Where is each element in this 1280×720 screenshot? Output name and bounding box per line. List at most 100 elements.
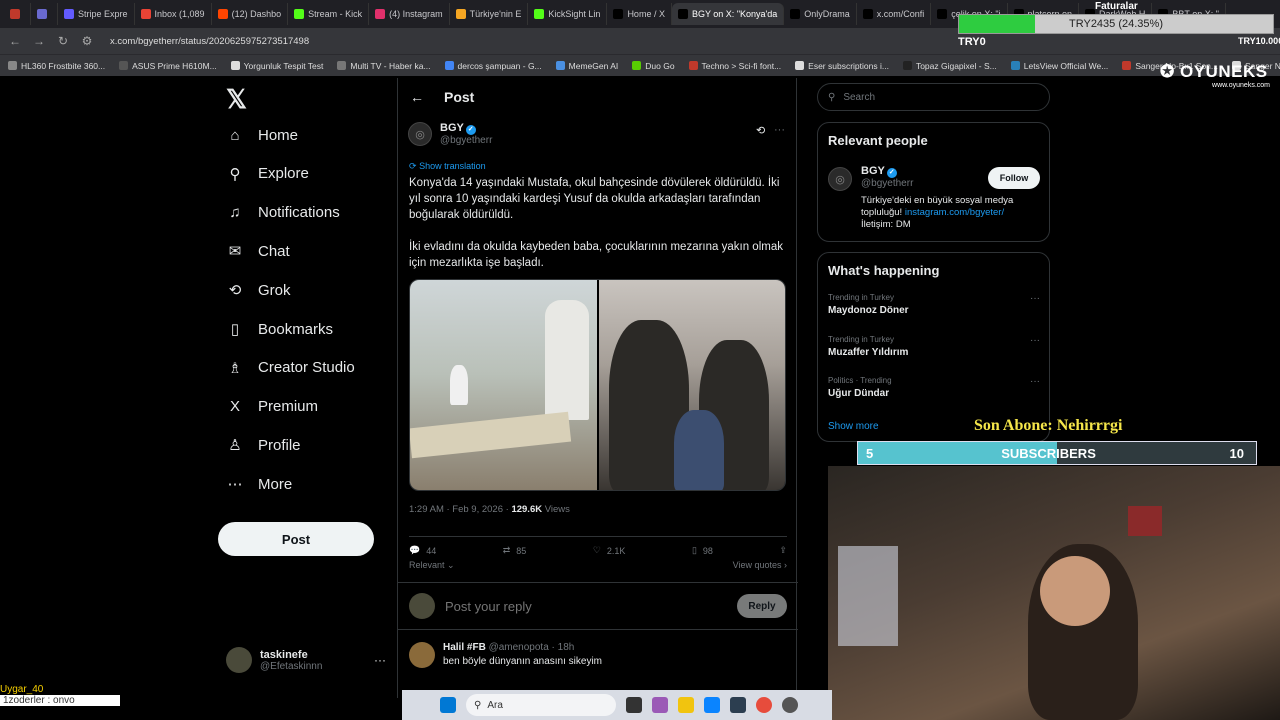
reply-author-name[interactable]: Halil #FB bbox=[443, 642, 486, 653]
terminal-icon[interactable] bbox=[730, 697, 746, 713]
bookmark-item[interactable]: MemeGen AI bbox=[555, 61, 618, 71]
grok-icon: ⟲ bbox=[228, 282, 242, 300]
nav-item-grok[interactable]: ⟲ Grok bbox=[226, 281, 291, 300]
edge-icon[interactable] bbox=[704, 697, 720, 713]
more-dots-icon[interactable]: ··· bbox=[774, 124, 785, 136]
trend-title: Muzaffer Yıldırım bbox=[828, 346, 909, 358]
reply-action[interactable]: 💬 44 bbox=[409, 545, 436, 556]
follow-button[interactable]: Follow bbox=[988, 167, 1040, 189]
browser-tab[interactable] bbox=[4, 3, 31, 25]
bookmark-item[interactable]: HL360 Frostbite 360... bbox=[8, 61, 105, 71]
wooden-sign-shape bbox=[410, 411, 572, 459]
grok-icon[interactable]: ⟲ bbox=[756, 124, 765, 137]
browser-tab[interactable]: x.com/Confi bbox=[857, 3, 932, 25]
bookmark-item[interactable]: LetsView Official We... bbox=[1010, 61, 1108, 71]
more-dots-icon[interactable]: ··· bbox=[1030, 335, 1040, 346]
more-dots-icon[interactable]: ··· bbox=[1030, 376, 1040, 387]
back-arrow-icon[interactable]: ← bbox=[410, 89, 424, 105]
back-arrow-icon[interactable]: ← bbox=[8, 34, 22, 48]
url-field[interactable]: x.com/bgyetherr/status/20206259752735174… bbox=[110, 36, 309, 47]
browser-tab[interactable]: Stripe Expre bbox=[58, 3, 135, 25]
family-photo[interactable] bbox=[598, 280, 785, 490]
file-explorer-icon[interactable] bbox=[678, 697, 694, 713]
windows-start-icon[interactable] bbox=[440, 697, 456, 713]
author-avatar[interactable]: ◎ bbox=[408, 122, 432, 146]
author-handle[interactable]: @bgyetherr bbox=[440, 135, 492, 146]
graveyard-photo[interactable] bbox=[410, 280, 597, 490]
bookmark-label: Duo Go bbox=[645, 60, 675, 71]
reply-button[interactable]: Reply bbox=[737, 594, 787, 618]
nav-item-bookmarks[interactable]: ▯ Bookmarks bbox=[226, 320, 333, 339]
account-name: taskinefe bbox=[260, 648, 308, 661]
reload-icon[interactable]: ↻ bbox=[56, 34, 70, 48]
tab-favicon-icon bbox=[534, 9, 545, 19]
bookmark-item[interactable]: Yorgunluk Tespit Test bbox=[230, 61, 323, 71]
tab-label: Inbox (1,089 bbox=[154, 9, 205, 19]
nav-item-more[interactable]: ⋯ More bbox=[226, 475, 293, 494]
view-quotes-link[interactable]: View quotes › bbox=[733, 560, 787, 571]
post-time[interactable]: 1:29 AM · Feb 9, 2026 · bbox=[409, 504, 511, 515]
trend-item[interactable]: Politics · Trending Uğur Dündar ··· bbox=[828, 376, 1040, 399]
browser-tab[interactable]: KickSight Lin bbox=[528, 3, 608, 25]
face-shape bbox=[1040, 556, 1110, 626]
tab-favicon-icon bbox=[375, 9, 386, 19]
reply-item[interactable]: Halil #FB @amenopota · 18h ben böyle dün… bbox=[409, 642, 602, 668]
bookmark-count: 98 bbox=[702, 545, 713, 556]
x-logo-icon[interactable]: 𝕏 bbox=[226, 84, 247, 115]
copilot-icon[interactable] bbox=[652, 697, 668, 713]
more-dots-icon[interactable]: ··· bbox=[1030, 293, 1040, 304]
browser-tab[interactable] bbox=[31, 3, 58, 25]
browser-tab[interactable]: Inbox (1,089 bbox=[135, 3, 212, 25]
browser-tab[interactable]: Home / X bbox=[607, 3, 672, 25]
show-more-link[interactable]: Show more bbox=[828, 421, 879, 432]
nav-item-notifications[interactable]: ♫ Notifications bbox=[226, 204, 339, 222]
bookmark-item[interactable]: Duo Go bbox=[632, 60, 675, 71]
forward-arrow-icon[interactable]: → bbox=[32, 34, 46, 48]
repost-action[interactable]: ⇄ 85 bbox=[503, 545, 527, 556]
site-info-icon[interactable]: ⚙ bbox=[80, 34, 94, 48]
like-action[interactable]: ♡ 2.1K bbox=[593, 545, 626, 556]
browser-tab[interactable]: Stream - Kick bbox=[288, 3, 370, 25]
author-name[interactable]: BGY bbox=[440, 122, 464, 134]
taskbar-search[interactable]: ⚲ Ara bbox=[466, 694, 616, 716]
browser-tab[interactable]: Türkiye'nin E bbox=[450, 3, 529, 25]
person-handle[interactable]: @bgyetherr bbox=[861, 178, 913, 189]
search-box[interactable]: ⚲ Search bbox=[817, 83, 1050, 111]
share-icon[interactable]: ⇪ bbox=[779, 545, 787, 556]
opera-icon[interactable] bbox=[756, 697, 772, 713]
browser-tab[interactable]: BGY on X: "Konya'da bbox=[671, 3, 785, 25]
bookmark-item[interactable]: Techno > Sci-fi font... bbox=[688, 61, 781, 71]
nav-item-explore[interactable]: ⚲ Explore bbox=[226, 165, 309, 183]
bookmark-item[interactable]: Eser subscriptions i... bbox=[795, 61, 889, 71]
person-name[interactable]: BGY bbox=[861, 165, 885, 177]
trend-item[interactable]: Trending in Turkey Maydonoz Döner ··· bbox=[828, 293, 1040, 316]
bookmark-item[interactable]: Multi TV - Haber ka... bbox=[337, 61, 431, 71]
sort-dropdown[interactable]: Relevant ⌄ bbox=[409, 560, 455, 571]
reply-input[interactable] bbox=[445, 598, 727, 614]
bookmark-item[interactable]: Topaz Gigapixel - S... bbox=[902, 61, 997, 71]
more-dots-icon[interactable]: ··· bbox=[374, 653, 386, 667]
task-view-icon[interactable] bbox=[626, 697, 642, 713]
nav-item-creator-studio[interactable]: ♗ Creator Studio bbox=[226, 359, 354, 377]
browser-tab[interactable]: (12) Dashbo bbox=[212, 3, 289, 25]
nav-item-home[interactable]: ⌂ Home bbox=[226, 126, 298, 144]
bio-link[interactable]: instagram.com/bgyeter/ bbox=[905, 207, 1004, 218]
bookmark-item[interactable]: ASUS Prime H610M... bbox=[119, 61, 217, 71]
account-switcher[interactable]: taskinefe @Efetaskinnn ··· bbox=[226, 640, 386, 680]
post-button[interactable]: Post bbox=[218, 522, 374, 556]
bookmark-favicon-icon bbox=[555, 61, 565, 70]
browser-tab[interactable]: OnlyDrama bbox=[784, 3, 857, 25]
avatar bbox=[409, 593, 435, 619]
person-avatar[interactable]: ◎ bbox=[828, 167, 852, 191]
show-translation-link[interactable]: ⟳ Show translation bbox=[409, 161, 486, 172]
trend-item[interactable]: Trending in Turkey Muzaffer Yıldırım ··· bbox=[828, 335, 1040, 358]
nav-item-premium[interactable]: X Premium bbox=[226, 398, 318, 416]
bookmark-item[interactable]: dercos şampuan - G... bbox=[444, 61, 542, 71]
browser-tab[interactable]: (4) Instagram bbox=[369, 3, 450, 25]
nav-item-chat[interactable]: ✉ Chat bbox=[226, 242, 290, 261]
bookmark-action[interactable]: ▯ 98 bbox=[692, 545, 713, 556]
nav-item-profile[interactable]: ♙ Profile bbox=[226, 436, 300, 455]
post-media[interactable] bbox=[409, 279, 786, 491]
avatar[interactable] bbox=[409, 642, 435, 668]
obs-icon[interactable] bbox=[782, 697, 798, 713]
